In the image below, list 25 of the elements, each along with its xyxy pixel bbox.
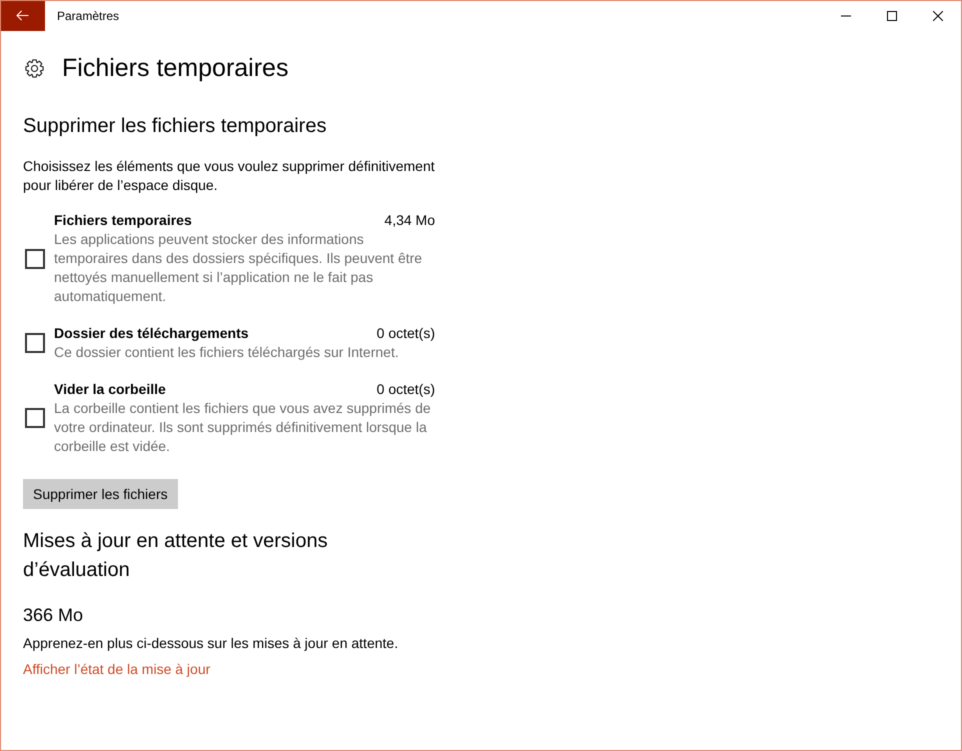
section-heading: Mises à jour en attente et versions d’évaluation [23, 529, 329, 583]
section-description: Choisissez les éléments que vous voulez supprimer définitivement pour libérer de l’espace disque. [23, 157, 436, 195]
option-description: Ce dossier contient les fichiers téléchargés sur Internet. [54, 343, 400, 362]
page-title: Fichiers temporaires [62, 53, 288, 84]
arrow-left-icon [16, 10, 29, 21]
close-icon[interactable] [933, 11, 943, 21]
window-title: Paramètres [57, 9, 120, 23]
delete-files-button[interactable]: Supprimer les fichiers [23, 479, 178, 509]
option-title: Fichiers temporaires [54, 211, 192, 230]
option-title: Vider la corbeille [54, 380, 166, 399]
option-description: La corbeille contient les fichiers que vous avez supprimés de votre ordinateur. Ils sont supprimés définitivement lorsque la corbeille est vidée. [54, 399, 432, 456]
option-description: Les applications peuvent stocker des informations temporaires dans des dossiers spécifiques. Ils peuvent être nettoyés manuellement si l’application ne le fait pas automatiquement. [54, 230, 424, 306]
updates-size: 366 Mo [23, 604, 84, 627]
updates-description: Apprenez-en plus ci-dessous sur les mises à jour en attente. [23, 634, 400, 653]
checkbox[interactable] [25, 248, 45, 268]
option-size: 4,34 Mo [384, 211, 435, 230]
update-status-link[interactable]: Afficher l’état de la mise à jour [23, 660, 210, 679]
maximize-icon[interactable] [887, 11, 897, 21]
option-title: Dossier des téléchargements [54, 324, 249, 343]
settings-icon [25, 58, 44, 78]
option-size: 0 octet(s) [376, 380, 435, 399]
checkbox[interactable] [25, 408, 45, 428]
checkbox[interactable] [25, 333, 45, 353]
option-size: 0 octet(s) [376, 324, 435, 343]
section-heading: Supprimer les fichiers temporaires [23, 114, 328, 139]
